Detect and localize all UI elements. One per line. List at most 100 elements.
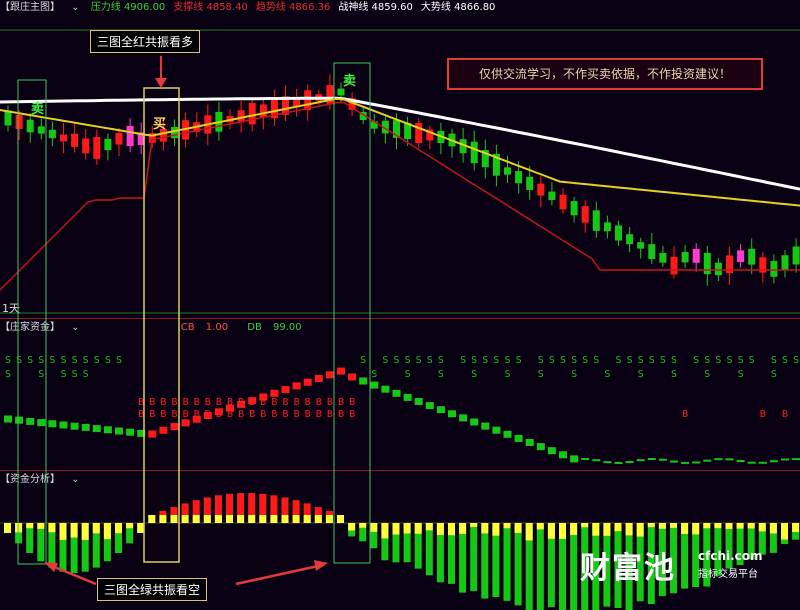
s-marker: S (405, 355, 411, 366)
histo-bar-yellow (48, 523, 56, 533)
histo-bar-yellow (170, 515, 178, 523)
histo-bar-yellow (92, 523, 100, 534)
flow-bar (525, 439, 534, 446)
histo-bar-yellow (115, 523, 122, 534)
flow-bar (337, 367, 345, 375)
b-marker: B (282, 397, 288, 408)
candle-body (126, 125, 134, 147)
flow-bar (536, 443, 545, 451)
s-marker: S (649, 355, 655, 366)
histo-bar-yellow (181, 515, 189, 523)
s-marker: S (793, 355, 799, 366)
buy-marker: 买 (153, 117, 167, 132)
histo-bar-yellow (159, 515, 167, 523)
candle-body (504, 167, 511, 175)
candle-body (592, 210, 600, 231)
flow-bar (681, 461, 690, 464)
histo-bar-yellow (758, 523, 766, 532)
candle-body (770, 261, 778, 277)
histo-bar-yellow (237, 515, 245, 523)
s-marker: S (638, 369, 644, 380)
b-marker: B (271, 409, 277, 420)
candle-body (15, 114, 23, 130)
candle-body (781, 255, 789, 271)
histo-bar-yellow (348, 523, 356, 531)
histo-bar-yellow (26, 523, 34, 529)
flow-bar (159, 426, 168, 434)
flow-bar (126, 428, 135, 436)
flow-bar (403, 393, 412, 401)
histo-bar-yellow (792, 523, 800, 533)
flow-bar (137, 429, 146, 437)
flow-bar (170, 423, 179, 431)
s-marker: S (638, 355, 644, 366)
histo-bar-yellow (603, 523, 611, 536)
histo-bar-yellow (703, 523, 711, 529)
s-marker: S (593, 355, 599, 366)
candle-body (748, 248, 756, 265)
histo-bar-yellow (226, 515, 233, 523)
b-marker: B (338, 409, 344, 420)
flow-bar (48, 420, 57, 428)
b-marker: B (316, 409, 322, 420)
histo-bar-yellow (259, 515, 267, 523)
flow-bar (492, 426, 501, 434)
b-marker: B (249, 409, 255, 420)
histo-bar-yellow (781, 523, 788, 540)
flow-bar (547, 447, 556, 455)
flow-bar (37, 419, 46, 427)
candle-body (248, 103, 256, 125)
histo-bar-yellow (292, 515, 300, 523)
flow-bar (70, 422, 79, 430)
flow-bar (359, 377, 368, 385)
histo-bar-yellow (547, 523, 555, 539)
histo-bar-yellow (503, 523, 511, 529)
flow-bar (692, 461, 701, 464)
capital-flow-chart[interactable]: S S S S S S S S S S SS S S S SSSS S SSS S SSS SSS S SSS SSS S SS… (0, 319, 800, 471)
b-marker: B (349, 397, 355, 408)
flow-bar (414, 398, 423, 405)
candle-body (659, 253, 667, 263)
flow-bar (670, 460, 678, 463)
candle-body (603, 222, 611, 232)
histo-bar-yellow (769, 523, 777, 534)
histo-bar-yellow (359, 523, 367, 528)
bottom-note: 三图全绿共振看空 (97, 578, 208, 601)
histo-bar-yellow (492, 523, 500, 536)
s-marker: S (94, 355, 100, 366)
b-marker: B (216, 397, 222, 408)
flow-bar (758, 461, 767, 464)
candle-body (526, 176, 534, 190)
b-marker: B (194, 409, 200, 420)
s-marker: S (771, 369, 777, 380)
flow-bar (325, 371, 334, 379)
sell-marker-1: 卖 (31, 102, 45, 117)
s-marker: S (16, 355, 22, 366)
s-marker: S (738, 355, 744, 366)
flow-bar (625, 461, 634, 464)
candle-body (71, 133, 79, 147)
s-marker: S (471, 355, 477, 366)
flow-bar (747, 461, 756, 464)
s-marker: S (538, 355, 544, 366)
candle-body (326, 85, 334, 105)
b-marker: B (260, 409, 266, 420)
b-marker: B (238, 409, 244, 420)
candle-body (648, 244, 656, 260)
s-marker: S (671, 355, 677, 366)
s-marker: S (438, 369, 444, 380)
candle-body (26, 119, 34, 133)
s-marker: S (5, 355, 11, 366)
candle-body (60, 134, 67, 142)
flow-bar (26, 417, 35, 425)
s-marker: S (416, 355, 422, 366)
flow-bar (92, 425, 101, 433)
flow-bar (381, 385, 390, 393)
b-marker: B (305, 397, 311, 408)
s-marker: S (72, 355, 78, 366)
candle-body (104, 138, 112, 151)
histo-bar-yellow (337, 515, 344, 523)
b-marker: B (216, 409, 222, 420)
histo-bar-down (425, 523, 433, 576)
b-marker: B (205, 409, 211, 420)
